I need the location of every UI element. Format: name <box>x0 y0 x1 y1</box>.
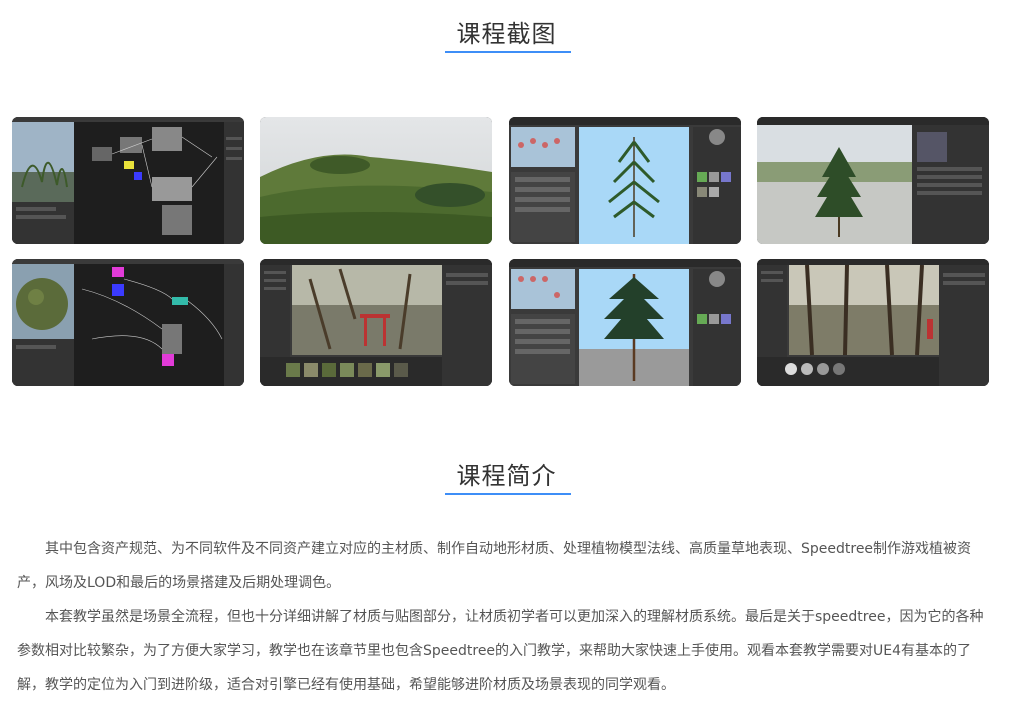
material-node-editor-image <box>12 117 244 244</box>
terrain-material-nodes-image <box>12 259 244 386</box>
screenshot-thumbnail-5[interactable] <box>12 259 244 386</box>
screenshots-section-title: 课程截图 <box>456 20 557 48</box>
title-underline <box>445 493 571 495</box>
intro-paragraph-1: 其中包含资产规范、为不同软件及不同资产建立对应的主材质、制作自动地形材质、处理植… <box>17 541 972 591</box>
speedtree-editor-image <box>509 117 741 244</box>
grass-scene-image <box>260 117 492 244</box>
screenshot-thumbnail-8[interactable] <box>757 259 989 386</box>
screenshot-thumbnail-3[interactable] <box>509 117 741 244</box>
intro-text: 其中包含资产规范、为不同软件及不同资产建立对应的主材质、制作自动地形材质、处理植… <box>17 532 997 702</box>
title-underline <box>445 51 571 53</box>
screenshot-thumbnail-1[interactable] <box>12 117 244 244</box>
screenshot-thumbnail-6[interactable] <box>260 259 492 386</box>
torii-scene-editor-image <box>260 259 492 386</box>
forest-scene-editor-image <box>757 259 989 386</box>
intro-paragraph-2: 本套教学虽然是场景全流程，但也十分详细讲解了材质与贴图部分，让材质初学者可以更加… <box>17 609 984 693</box>
tree-scene-image <box>757 117 989 244</box>
screenshot-thumbnail-2[interactable] <box>260 117 492 244</box>
speedtree-fir-editor-image <box>509 259 741 386</box>
screenshot-thumbnail-4[interactable] <box>757 117 989 244</box>
intro-section-title: 课程简介 <box>456 462 557 490</box>
screenshot-thumbnail-7[interactable] <box>509 259 741 386</box>
